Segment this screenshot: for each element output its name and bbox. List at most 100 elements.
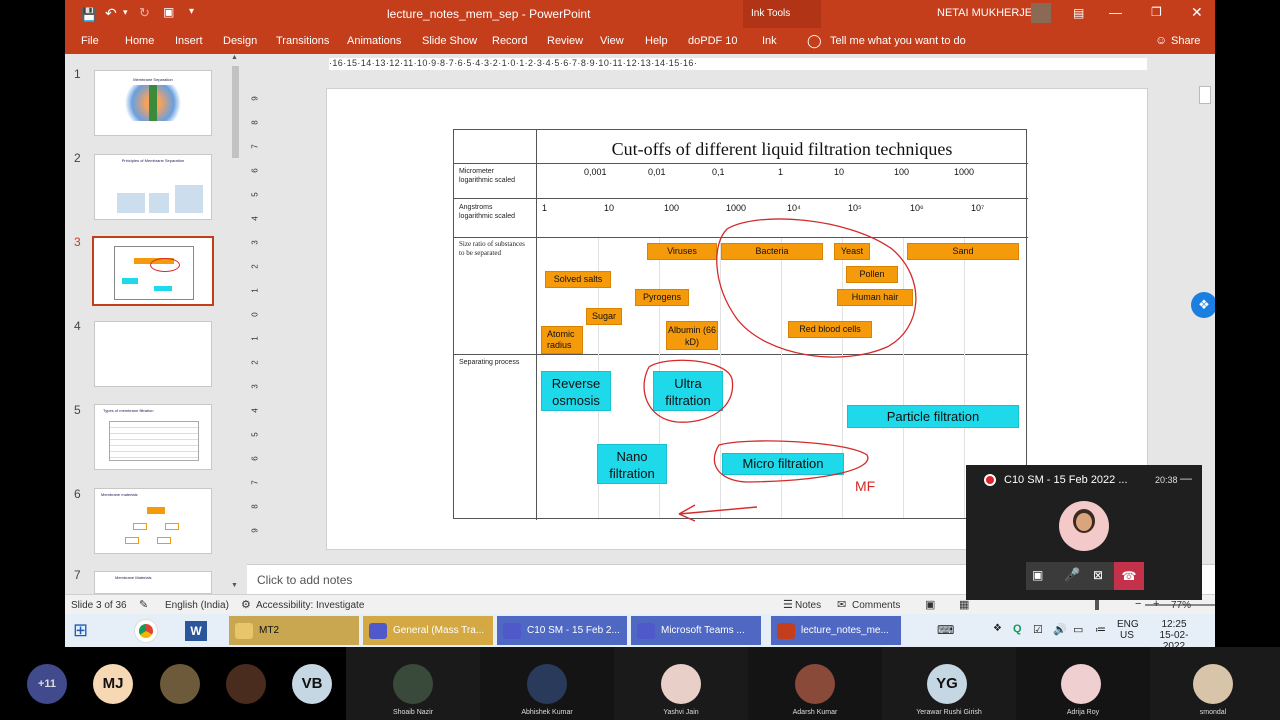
participant-photo-1[interactable] xyxy=(160,647,205,720)
taskbar-app-teams-general[interactable]: General (Mass Tra... xyxy=(363,616,493,645)
thumb-title: Membrane Separation xyxy=(133,77,173,82)
participant-tile[interactable]: Shoaib Nazir xyxy=(346,647,480,720)
spelling-icon[interactable]: ✎ xyxy=(139,598,148,611)
tab-insert[interactable]: Insert xyxy=(175,35,203,47)
meeting-duration: 20:38 xyxy=(1155,475,1178,485)
participant-photo-2[interactable] xyxy=(226,647,271,720)
tab-transitions[interactable]: Transitions xyxy=(276,35,329,47)
thumbnail-scroll-thumb[interactable] xyxy=(232,66,239,158)
tab-ink[interactable]: Ink xyxy=(762,35,777,47)
undo-icon[interactable]: ↶ xyxy=(105,5,117,22)
vertical-ruler-tick: 1 xyxy=(250,288,260,293)
taskbar-app-mt2[interactable]: MT2 xyxy=(229,616,359,645)
participant-overflow[interactable]: +11 xyxy=(0,647,90,720)
slide-thumbnail-6[interactable]: Membrane materials xyxy=(94,488,212,554)
chrome-icon[interactable] xyxy=(135,620,157,642)
ribbon-tabs: File Home Insert Design Transitions Anim… xyxy=(65,28,1215,54)
slide-thumbnail-3-selected[interactable] xyxy=(92,236,214,306)
zoom-level[interactable]: 77% xyxy=(1171,600,1191,611)
share-button[interactable]: Share xyxy=(1171,35,1200,47)
security-icon[interactable]: ☑ xyxy=(1033,623,1043,636)
tab-animations[interactable]: Animations xyxy=(347,35,401,47)
participant-vb[interactable]: VB xyxy=(292,647,337,720)
participant-tile[interactable]: Yashvi Jain xyxy=(614,647,748,720)
avatar xyxy=(527,664,567,704)
teams-meeting-overlay: C10 SM - 15 Feb 2022 ... 20:38 — ▣ 🎤 ⊠ ☎ xyxy=(966,465,1202,600)
input-language[interactable]: ENG US xyxy=(1117,619,1139,641)
slide-thumbnail-7[interactable]: Membrane Materials xyxy=(94,571,212,594)
vertical-ruler-tick: 6 xyxy=(250,456,260,461)
keyboard-icon[interactable]: ⌨ xyxy=(937,623,954,637)
avatar xyxy=(226,664,266,704)
thumbnail-scrollbar[interactable]: ▲ ▼ xyxy=(230,54,241,594)
ink-arrow-left xyxy=(678,504,758,522)
share-person-icon: ☺ xyxy=(1155,33,1168,47)
slide-thumbnail-5[interactable]: Types of membrane filtration xyxy=(94,404,212,470)
wifi-icon[interactable]: ≔ xyxy=(1095,623,1106,636)
scroll-down-icon[interactable]: ▼ xyxy=(231,582,238,589)
word-icon[interactable]: W xyxy=(185,621,207,641)
customize-toolbar-icon[interactable]: ▾ xyxy=(189,6,194,17)
volume-icon[interactable]: 🔊 xyxy=(1053,623,1067,636)
slide-thumbnail-4[interactable] xyxy=(94,321,212,387)
participant-tile[interactable]: Abhishek Kumar xyxy=(480,647,614,720)
undo-dropdown-icon[interactable]: ▾ xyxy=(123,7,128,18)
comments-toggle[interactable]: Comments xyxy=(852,600,900,611)
tab-design[interactable]: Design xyxy=(223,35,257,47)
taskbar-app-teams-meeting[interactable]: C10 SM - 15 Feb 2... xyxy=(497,616,627,645)
notes-toggle[interactable]: Notes xyxy=(795,600,821,611)
language-status[interactable]: English (India) xyxy=(165,600,229,611)
participant-tile[interactable]: YG Yerawar Rushi Girish xyxy=(882,647,1016,720)
windows-start-icon[interactable]: ⊞ xyxy=(73,621,88,639)
accessibility-status[interactable]: Accessibility: Investigate xyxy=(256,600,364,611)
tab-view[interactable]: View xyxy=(600,35,624,47)
editor-scroll-thumb[interactable] xyxy=(1199,86,1211,104)
tab-help[interactable]: Help xyxy=(645,35,668,47)
normal-view-icon[interactable]: ▣ xyxy=(925,598,935,611)
thumb-number: 1 xyxy=(74,67,81,81)
microphone-icon[interactable]: 🎤 xyxy=(1064,567,1080,583)
avatar xyxy=(1193,664,1233,704)
vertical-ruler-tick: 9 xyxy=(250,528,260,533)
clock[interactable]: 12:25 15-02-2022 xyxy=(1149,619,1199,647)
share-screen-icon[interactable]: ⊠ xyxy=(1093,568,1103,582)
save-icon[interactable]: 💾 xyxy=(81,7,97,23)
minimize-call-icon[interactable]: — xyxy=(1180,471,1192,485)
scroll-up-icon[interactable]: ▲ xyxy=(231,54,238,61)
redo-icon[interactable]: ↻ xyxy=(139,5,150,21)
dropbox-tray-icon[interactable]: ❖ xyxy=(993,623,1002,634)
participant-tile[interactable]: Adarsh Kumar xyxy=(748,647,882,720)
vertical-ruler-tick: 7 xyxy=(250,144,260,149)
tab-home[interactable]: Home xyxy=(125,35,154,47)
thumb-number: 5 xyxy=(74,403,81,417)
tab-dopdf[interactable]: doPDF 10 xyxy=(688,35,738,47)
participant-tile[interactable]: smondal xyxy=(1150,647,1280,720)
powerpoint-icon xyxy=(777,623,795,639)
battery-icon[interactable]: ▭ xyxy=(1073,623,1083,636)
taskbar-app-teams[interactable]: Microsoft Teams ... xyxy=(631,616,761,645)
ribbon-display-options-icon[interactable]: ▤ xyxy=(1073,6,1084,20)
tab-file[interactable]: File xyxy=(81,35,99,47)
minimize-icon[interactable]: — xyxy=(1109,5,1122,20)
vertical-ruler-tick: 5 xyxy=(250,192,260,197)
participant-tile[interactable]: Adrija Roy xyxy=(1016,647,1150,720)
slide-thumbnail-2[interactable]: Principles of Membrane Separation xyxy=(94,154,212,220)
taskbar-app-powerpoint[interactable]: lecture_notes_me... xyxy=(771,616,901,645)
close-icon[interactable]: ✕ xyxy=(1191,4,1203,21)
tray-app-icon[interactable]: Q xyxy=(1013,623,1022,635)
restore-icon[interactable]: ❐ xyxy=(1151,5,1162,19)
ink-circle-ultra-filtration xyxy=(643,359,734,423)
vertical-ruler-tick: 2 xyxy=(250,360,260,365)
user-avatar[interactable] xyxy=(1031,3,1051,23)
hang-up-button[interactable]: ☎ xyxy=(1114,562,1144,590)
tab-slide-show[interactable]: Slide Show xyxy=(422,35,477,47)
start-presentation-icon[interactable]: ▣ xyxy=(163,5,174,19)
tell-me-search[interactable]: Tell me what you want to do xyxy=(830,35,966,47)
recording-icon xyxy=(984,474,996,486)
tab-record[interactable]: Record xyxy=(492,35,527,47)
slide-thumbnail-1[interactable]: Membrane Separation xyxy=(94,70,212,136)
dropbox-icon[interactable]: ❖ xyxy=(1191,292,1215,318)
participant-mj[interactable]: MJ xyxy=(90,647,135,720)
tab-review[interactable]: Review xyxy=(547,35,583,47)
camera-off-icon[interactable]: ▣ xyxy=(1032,568,1043,582)
